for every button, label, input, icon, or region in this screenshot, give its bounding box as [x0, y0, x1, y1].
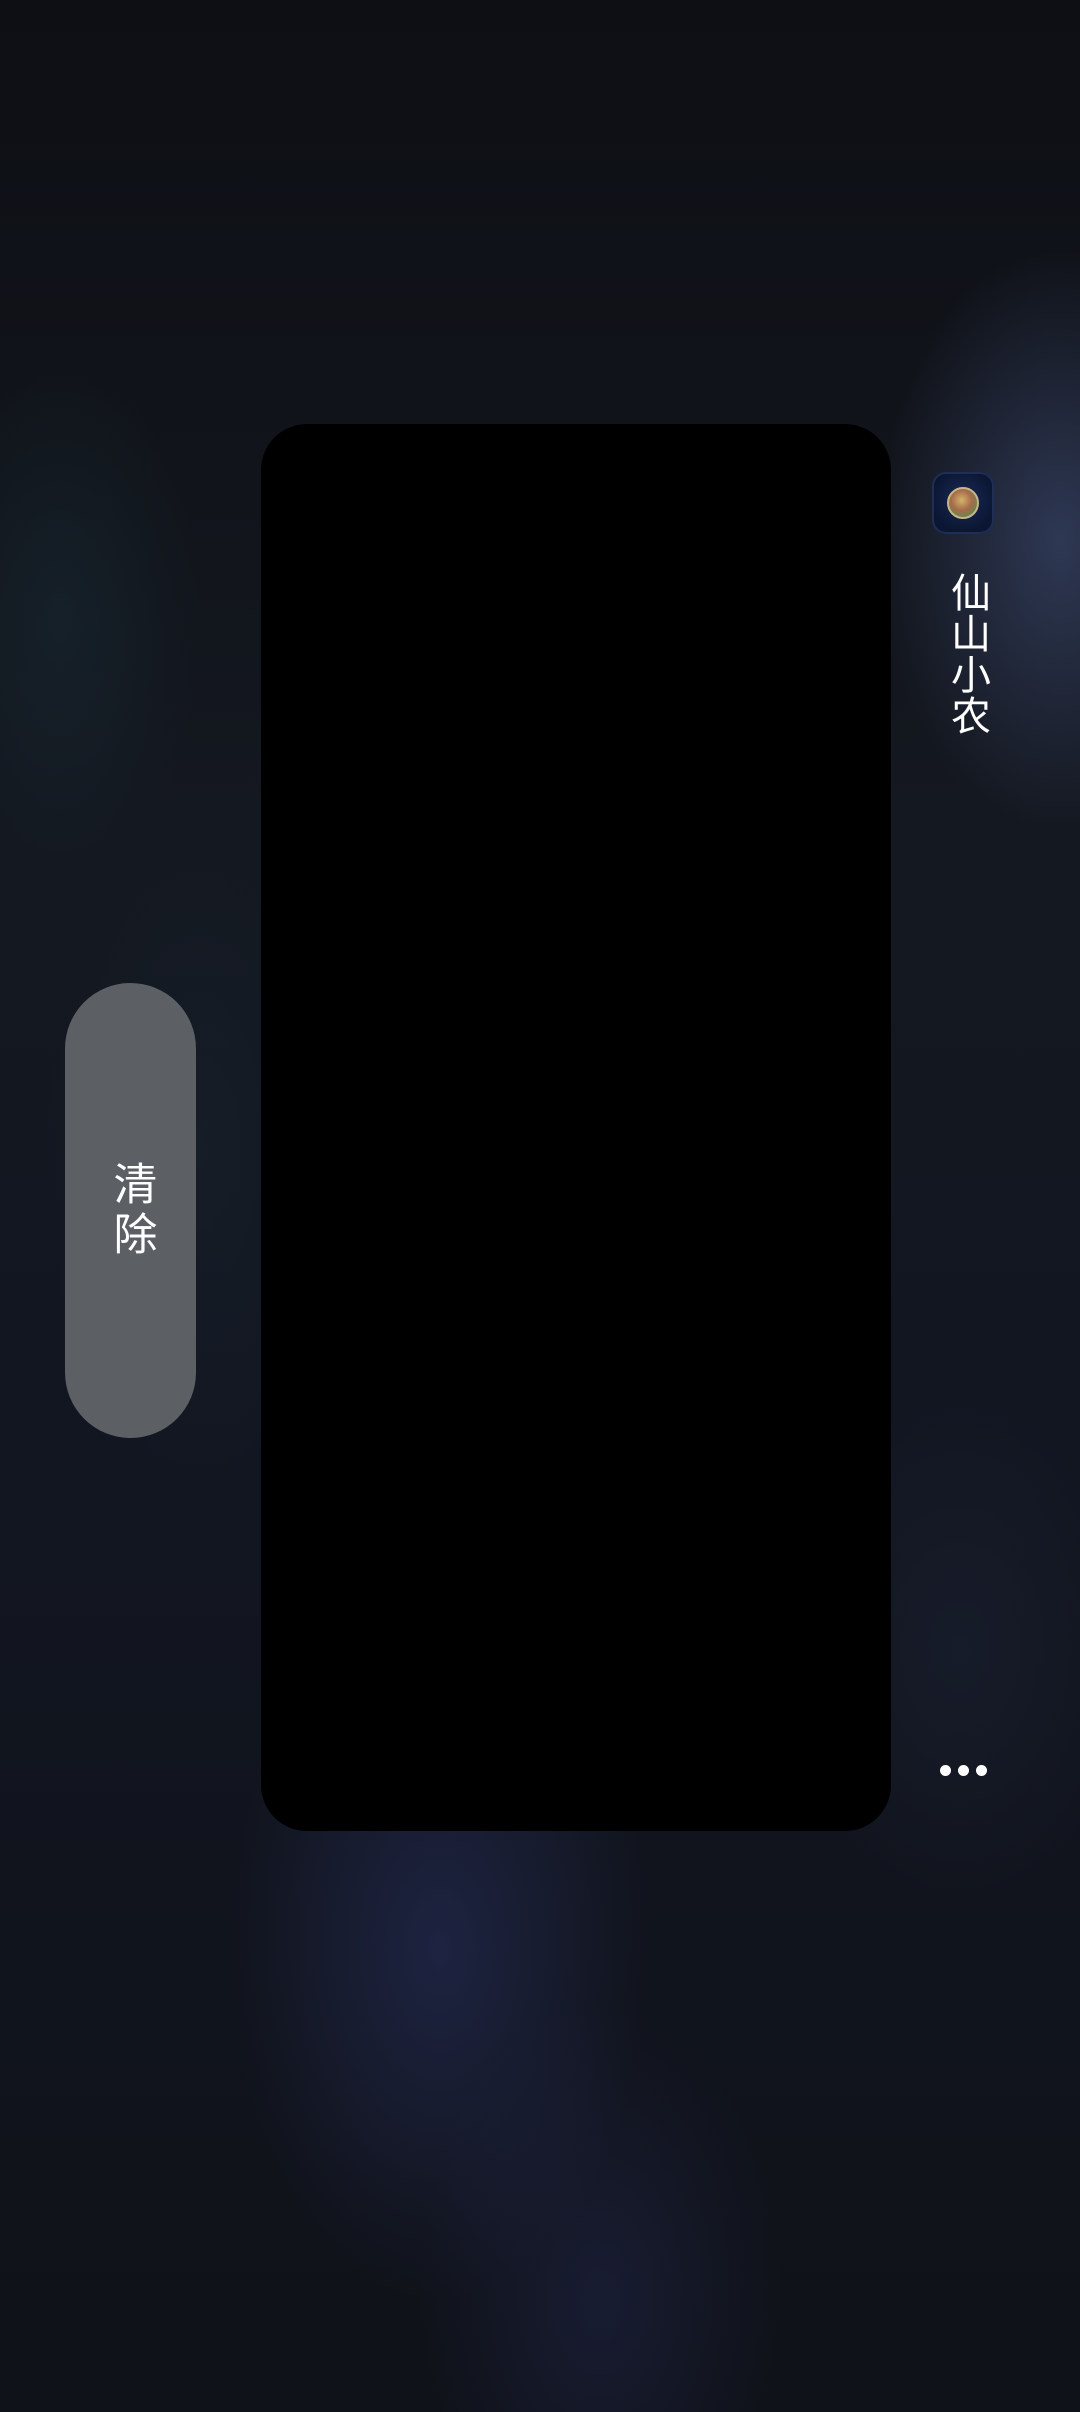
more-dots-icon [939, 1764, 951, 1776]
app-icon[interactable] [932, 472, 994, 534]
clear-button[interactable]: 清除 [65, 983, 196, 1438]
more-options-button[interactable] [928, 1750, 998, 1790]
app-icon-image [947, 487, 979, 519]
clear-button-label: 清除 [105, 1160, 157, 1261]
app-name: 仙山小农 [944, 572, 990, 736]
more-dots-icon [975, 1764, 987, 1776]
more-dots-icon [957, 1764, 969, 1776]
app-preview-card[interactable] [261, 424, 891, 1831]
